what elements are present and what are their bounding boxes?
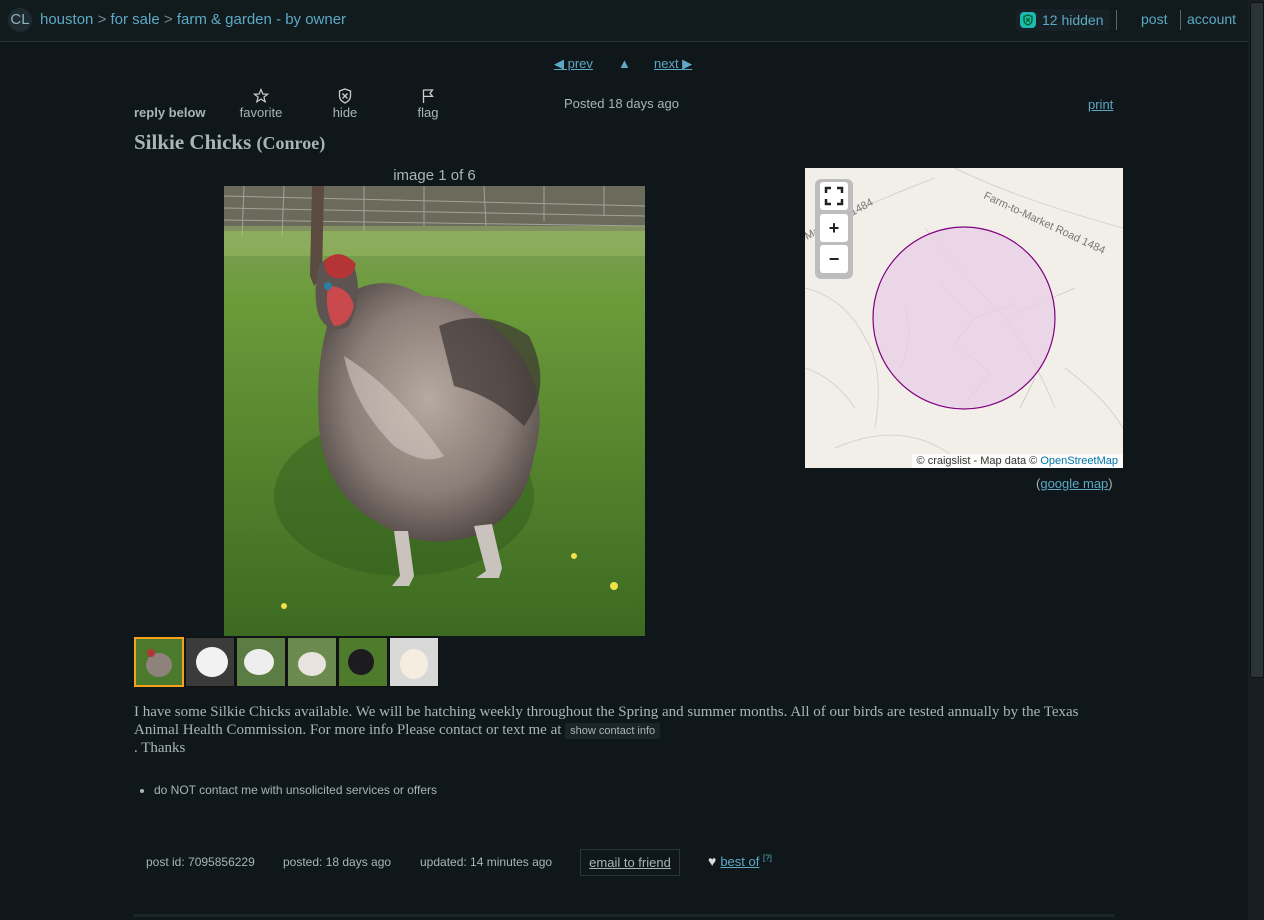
flag-label: flag xyxy=(417,105,439,120)
breadcrumb-section[interactable]: for sale xyxy=(111,11,160,28)
breadcrumb-category[interactable]: farm & garden - by owner xyxy=(177,11,346,28)
favorite-label: favorite xyxy=(239,105,283,120)
google-map-link[interactable]: google map xyxy=(1040,476,1108,491)
hide-button[interactable]: hide xyxy=(315,88,375,120)
footer-divider xyxy=(134,914,1114,917)
google-map-line: (google map) xyxy=(1036,476,1113,491)
zoom-out-button[interactable]: − xyxy=(820,245,848,273)
prev-link[interactable]: ◀ prev xyxy=(554,56,593,72)
fullscreen-button[interactable] xyxy=(820,182,848,210)
thumbnail-6[interactable] xyxy=(389,637,439,687)
up-link[interactable]: ▲ xyxy=(618,56,631,71)
breadcrumb-separator: > xyxy=(97,11,107,28)
posting-body: I have some Silkie Chicks available. We … xyxy=(134,703,1124,757)
flag-button[interactable]: flag xyxy=(398,88,458,120)
thumbnail-2[interactable] xyxy=(185,637,235,687)
best-of-label[interactable]: best of xyxy=(720,854,759,869)
scrollbar-thumb[interactable] xyxy=(1250,2,1264,678)
posted-date: Posted 18 days ago xyxy=(564,96,679,111)
heart-icon: ♥ xyxy=(708,853,717,869)
posted-info: posted: 18 days ago xyxy=(283,855,392,869)
show-contact-button[interactable]: show contact info xyxy=(565,723,661,739)
divider xyxy=(1180,10,1181,30)
hidden-shield-icon xyxy=(1020,12,1036,28)
post-id: post id: 7095856229 xyxy=(146,855,255,869)
thumbnail-3[interactable] xyxy=(236,637,286,687)
title-location: (Conroe) xyxy=(256,133,326,153)
vertical-scrollbar[interactable] xyxy=(1248,0,1264,920)
thumbnail-5[interactable] xyxy=(338,637,388,687)
email-to-friend-button[interactable]: email to friend xyxy=(580,849,680,876)
best-of-help[interactable]: [?] xyxy=(763,854,772,863)
attribution-text: © craigslist - Map data © xyxy=(916,455,1038,467)
paren: ) xyxy=(1108,476,1113,491)
breadcrumb-separator: > xyxy=(163,11,173,28)
image-counter: image 1 of 6 xyxy=(393,167,476,184)
posting-title: Silkie Chicks (Conroe) xyxy=(134,130,325,155)
notice-item: do NOT contact me with unsolicited servi… xyxy=(139,783,438,797)
map-attribution: © craigslist - Map data © OpenStreetMap xyxy=(911,454,1123,468)
thumbnail-1[interactable] xyxy=(134,637,184,687)
reply-below-button[interactable]: reply below xyxy=(134,105,206,120)
hide-label: hide xyxy=(332,105,358,120)
hide-shield-icon xyxy=(315,88,375,105)
rooster-photo xyxy=(224,186,645,636)
title-text: Silkie Chicks xyxy=(134,130,252,154)
openstreetmap-link[interactable]: OpenStreetMap xyxy=(1040,455,1118,467)
thumbnail-4[interactable] xyxy=(287,637,337,687)
updated-info: updated: 14 minutes ago xyxy=(420,855,553,869)
breadcrumb-city[interactable]: houston xyxy=(40,11,93,28)
location-radius xyxy=(872,226,1056,410)
favorite-button[interactable]: favorite xyxy=(231,87,291,120)
breadcrumb: houston > for sale > farm & garden - by … xyxy=(40,11,346,28)
zoom-in-button[interactable]: + xyxy=(820,214,848,242)
map-controls: + − xyxy=(815,179,853,279)
post-link[interactable]: post xyxy=(1141,11,1167,27)
thumbnail-strip xyxy=(134,637,439,687)
star-icon xyxy=(231,87,291,105)
top-bar: CL houston > for sale > farm & garden - … xyxy=(0,0,1248,42)
main-listing-image[interactable] xyxy=(224,186,645,636)
best-of-link[interactable]: ♥ best of [?] xyxy=(708,853,772,869)
hidden-count: 12 hidden xyxy=(1042,12,1104,28)
craigslist-logo[interactable]: CL xyxy=(8,8,32,32)
fullscreen-icon xyxy=(824,186,844,206)
body-tail: . Thanks xyxy=(134,740,186,756)
hidden-posts-button[interactable]: 12 hidden xyxy=(1016,9,1110,31)
flag-icon xyxy=(398,88,458,105)
location-map[interactable]: Farm-to-Market Road 1484 Mar Road 1484 +… xyxy=(805,168,1123,468)
print-link[interactable]: print xyxy=(1088,97,1113,112)
next-link[interactable]: next ▶ xyxy=(654,56,692,72)
account-link[interactable]: account xyxy=(1187,11,1236,27)
divider xyxy=(1116,10,1117,30)
